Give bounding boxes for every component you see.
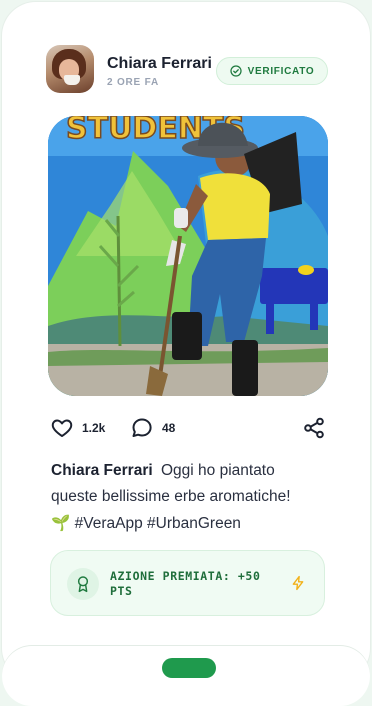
check-circle-icon bbox=[230, 65, 242, 77]
verified-badge: VERIFICATO bbox=[216, 57, 328, 85]
caption-text-line1: Oggi ho piantato bbox=[160, 462, 275, 479]
seedling-icon: 🌱 bbox=[51, 514, 71, 532]
comment-icon bbox=[132, 418, 152, 437]
share-icon bbox=[304, 417, 324, 439]
heart-icon bbox=[51, 419, 73, 437]
next-post-card bbox=[2, 646, 370, 706]
comment-count: 48 bbox=[162, 421, 176, 435]
comment-button[interactable]: 48 bbox=[130, 416, 175, 440]
next-post-indicator bbox=[162, 658, 216, 678]
avatar[interactable] bbox=[46, 45, 94, 93]
post-author[interactable]: Chiara Ferrari bbox=[107, 55, 212, 73]
caption-text-line2: queste bellissime erbe aromatiche! bbox=[51, 488, 291, 505]
like-button[interactable]: 1.2k bbox=[50, 416, 105, 440]
bolt-icon bbox=[292, 575, 304, 591]
reward-label: AZIONE PREMIATA: +50 PTS bbox=[110, 569, 261, 598]
award-icon bbox=[67, 568, 99, 600]
post-actions: 1.2k 48 bbox=[50, 416, 328, 442]
verified-badge-label: VERIFICATO bbox=[247, 65, 315, 77]
reward-banner: AZIONE PREMIATA: +50 PTS bbox=[50, 550, 325, 616]
caption-hashtags[interactable]: #VeraApp #UrbanGreen bbox=[75, 515, 241, 532]
caption-author[interactable]: Chiara Ferrari bbox=[51, 462, 153, 479]
post-caption: Chiara Ferrari Oggi ho piantato queste b… bbox=[51, 458, 341, 537]
post-time: 2 ORE FA bbox=[107, 77, 159, 88]
post-photo[interactable]: STUDENTS bbox=[48, 116, 328, 396]
share-button[interactable] bbox=[302, 416, 326, 440]
post-card: Chiara Ferrari 2 ORE FA VERIFICATO STUDE… bbox=[2, 2, 370, 682]
like-count: 1.2k bbox=[82, 421, 106, 435]
